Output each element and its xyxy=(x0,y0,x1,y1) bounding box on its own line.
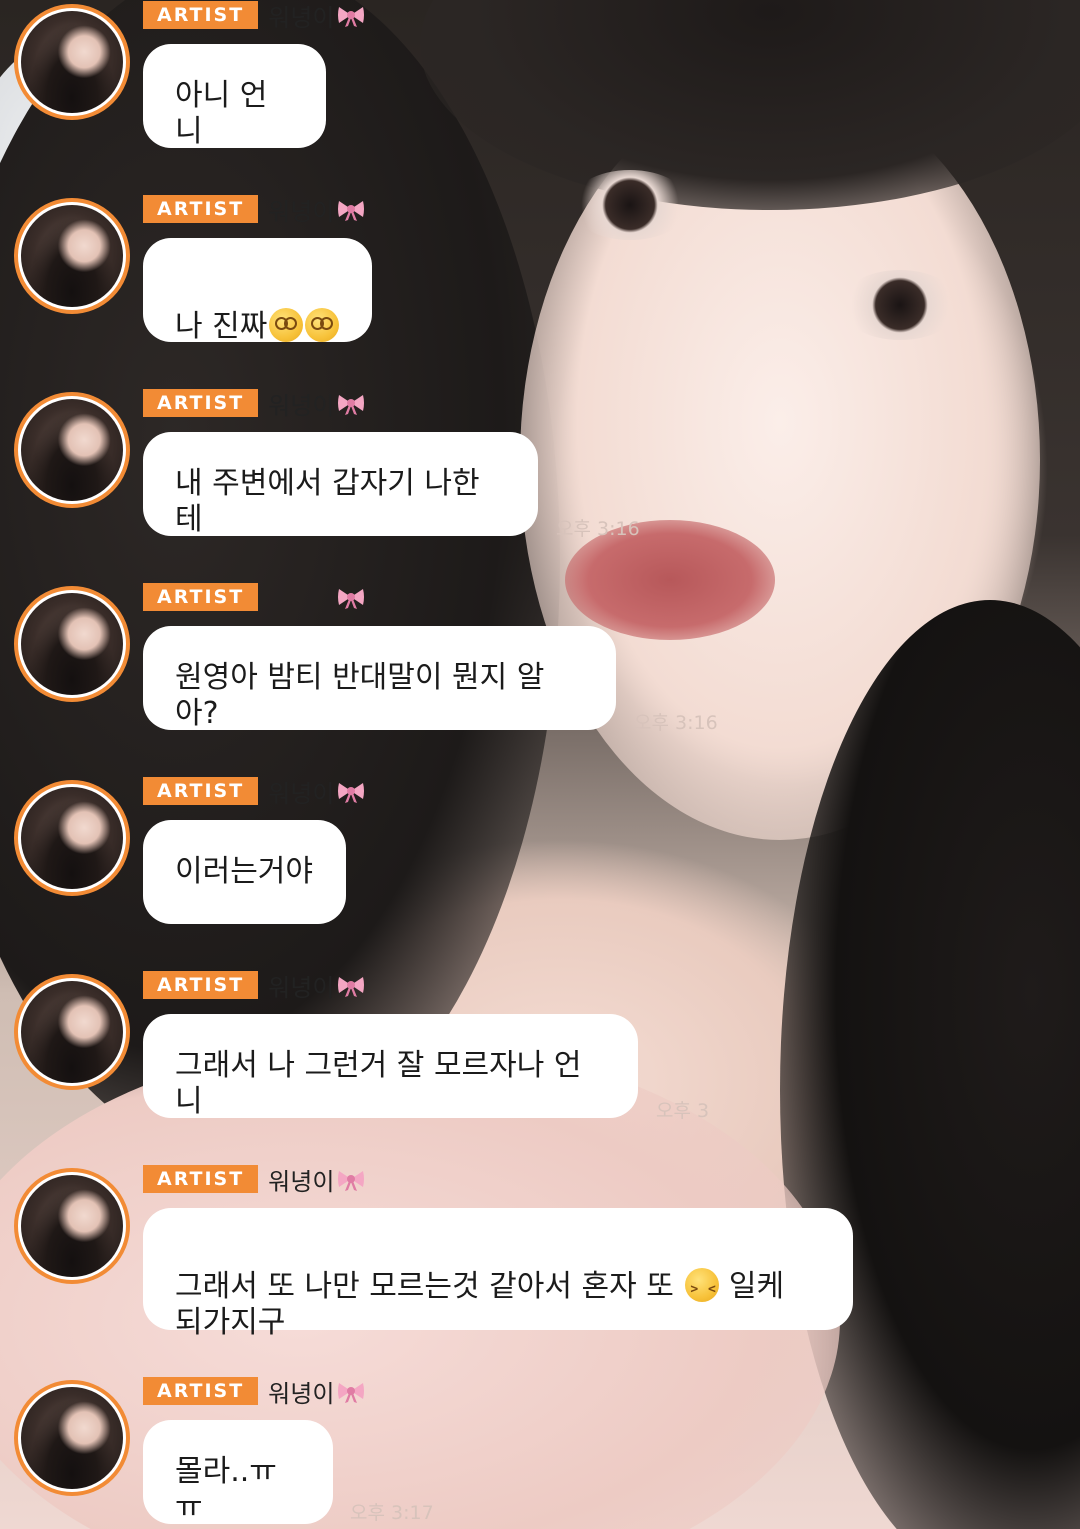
pink-ribbon-icon xyxy=(338,7,365,27)
message-bubble[interactable]: 몰라..ㅠㅠ xyxy=(143,1420,333,1525)
avatar[interactable] xyxy=(14,1380,130,1496)
pink-ribbon-icon xyxy=(338,589,365,609)
confounded-face-icon xyxy=(685,1268,720,1308)
sender-info: ARTIST 워녕이 xyxy=(143,192,366,227)
dizzy-face-icon xyxy=(305,308,340,342)
artist-badge: ARTIST xyxy=(143,1377,259,1405)
pink-ribbon-icon xyxy=(338,201,365,221)
artist-badge: ARTIST xyxy=(143,583,259,611)
avatar[interactable] xyxy=(14,198,130,314)
sender-name: 워녕이 xyxy=(268,580,366,615)
artist-badge: ARTIST xyxy=(143,195,259,223)
artist-badge: ARTIST xyxy=(143,971,259,999)
sender-info: ARTIST 워녕이 xyxy=(143,774,366,809)
artist-badge: ARTIST xyxy=(143,777,259,805)
avatar[interactable] xyxy=(14,974,130,1090)
avatar[interactable] xyxy=(14,780,130,896)
chat-thread: ARTIST 워녕이 아니 언니 ARTIST 워녕이 나 진짜 ARTIST … xyxy=(0,0,1080,1529)
avatar[interactable] xyxy=(14,1168,130,1284)
message-bubble[interactable]: 그래서 또 나만 모르는것 같아서 혼자 또 일케 되가지구 xyxy=(143,1208,853,1340)
sender-info: ARTIST 워녕이 xyxy=(143,386,366,421)
message-bubble[interactable]: 원영아 밤티 반대말이 뭔지 알아? xyxy=(143,626,616,731)
pink-ribbon-icon xyxy=(338,395,365,415)
message-timestamp: 오후 3:16 xyxy=(556,518,640,540)
sender-info: ARTIST 워녕이 xyxy=(143,1162,366,1197)
artist-badge: ARTIST xyxy=(143,389,259,417)
avatar[interactable] xyxy=(14,586,130,702)
message-timestamp: 오후 3:16 xyxy=(634,712,718,734)
sender-name: 워녕이 xyxy=(268,1374,366,1409)
pink-ribbon-icon xyxy=(338,977,365,997)
sender-name: 워녕이 xyxy=(268,192,366,227)
artist-badge: ARTIST xyxy=(143,1,259,29)
artist-badge: ARTIST xyxy=(143,1165,259,1193)
sender-name: 워녕이 xyxy=(268,774,366,809)
sender-info: ARTIST 워녕이 xyxy=(143,968,366,1003)
sender-name: 워녕이 xyxy=(268,0,366,33)
message-bubble[interactable]: 내 주변에서 갑자기 나한테 xyxy=(143,432,538,537)
dizzy-face-icon xyxy=(269,308,304,342)
message-bubble[interactable]: 나 진짜 xyxy=(143,238,372,344)
message-timestamp: 오후 3:17 xyxy=(350,1502,434,1524)
pink-ribbon-icon xyxy=(338,783,365,803)
pink-ribbon-icon xyxy=(338,1383,365,1403)
sender-name: 워녕이 xyxy=(268,1162,366,1197)
message-bubble[interactable]: 이러는거야 xyxy=(143,820,346,924)
message-timestamp: 오후 3 xyxy=(656,1100,710,1122)
sender-name: 워녕이 xyxy=(268,968,366,1003)
avatar[interactable] xyxy=(14,392,130,508)
sender-name: 워녕이 xyxy=(268,386,366,421)
sender-info: ARTIST 워녕이 xyxy=(143,582,366,612)
sender-info: ARTIST 워녕이 xyxy=(143,0,366,33)
avatar[interactable] xyxy=(14,4,130,120)
sender-info: ARTIST 워녕이 xyxy=(143,1374,366,1409)
message-bubble[interactable]: 그래서 나 그런거 잘 모르자나 언니 xyxy=(143,1014,638,1119)
message-bubble[interactable]: 아니 언니 xyxy=(143,44,326,149)
pink-ribbon-icon xyxy=(338,1171,365,1191)
